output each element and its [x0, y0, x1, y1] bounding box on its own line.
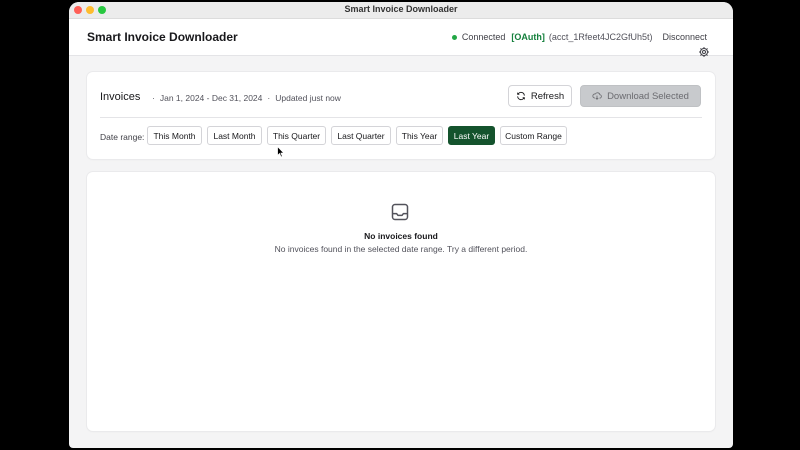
empty-state-title: No invoices found — [364, 231, 438, 241]
download-selected-button[interactable]: Download Selected — [580, 85, 701, 107]
status-text: Connected — [461, 32, 506, 42]
date-range-label: Date range: — [100, 132, 145, 142]
invoices-toolbar-card: Invoices · Jan 1, 2024 - Dec 31, 2024 · Upd… — [87, 72, 715, 159]
empty-state-message: No invoices found in the selected date r… — [274, 244, 528, 254]
refresh-label: Refresh — [530, 90, 565, 102]
title-bar: Smart Invoice Downloader — [69, 2, 733, 19]
date-span: Jan 1, 2024 - Dec 31, 2024 — [159, 93, 263, 103]
invoices-title: Invoices — [100, 91, 141, 103]
connection-status: Connected [OAuth] (acct_1Rfeet4JC2GfUh5t… — [451, 32, 707, 42]
gear-icon[interactable] — [698, 46, 710, 58]
download-label: Download Selected — [607, 90, 689, 102]
refresh-icon — [517, 91, 525, 101]
account-id: (acct_1Rfeet4JC2GfUh5t) — [548, 32, 653, 42]
window-title: Smart Invoice Downloader — [344, 4, 458, 14]
range-last-month[interactable]: Last Month — [207, 126, 262, 145]
range-this-quarter[interactable]: This Quarter — [267, 126, 326, 145]
updated-text: Updated just now — [275, 93, 341, 103]
auth-badge: [OAuth] — [511, 32, 545, 42]
status-dot-icon — [451, 34, 457, 40]
range-this-year[interactable]: This Year — [396, 126, 443, 145]
app-window: Smart Invoice Downloader Smart Invoice D… — [69, 2, 733, 448]
invoices-meta: · Jan 1, 2024 - Dec 31, 2024 · Updated just… — [152, 93, 341, 103]
refresh-button[interactable]: Refresh — [508, 85, 572, 107]
range-this-month[interactable]: This Month — [147, 126, 202, 145]
app-header: Smart Invoice Downloader Connected [OAut… — [69, 19, 733, 58]
cloud-download-icon — [592, 92, 602, 100]
range-last-quarter[interactable]: Last Quarter — [331, 126, 391, 145]
invoice-list-panel: No invoices found No invoices found in t… — [87, 172, 715, 431]
disconnect-button[interactable]: Disconnect — [662, 32, 707, 42]
divider — [100, 117, 702, 118]
range-last-year[interactable]: Last Year — [448, 126, 495, 145]
inbox-icon — [391, 203, 409, 221]
mouse-cursor-icon — [277, 146, 285, 158]
app-title: Smart Invoice Downloader — [87, 30, 238, 44]
range-custom[interactable]: Custom Range — [500, 126, 567, 145]
